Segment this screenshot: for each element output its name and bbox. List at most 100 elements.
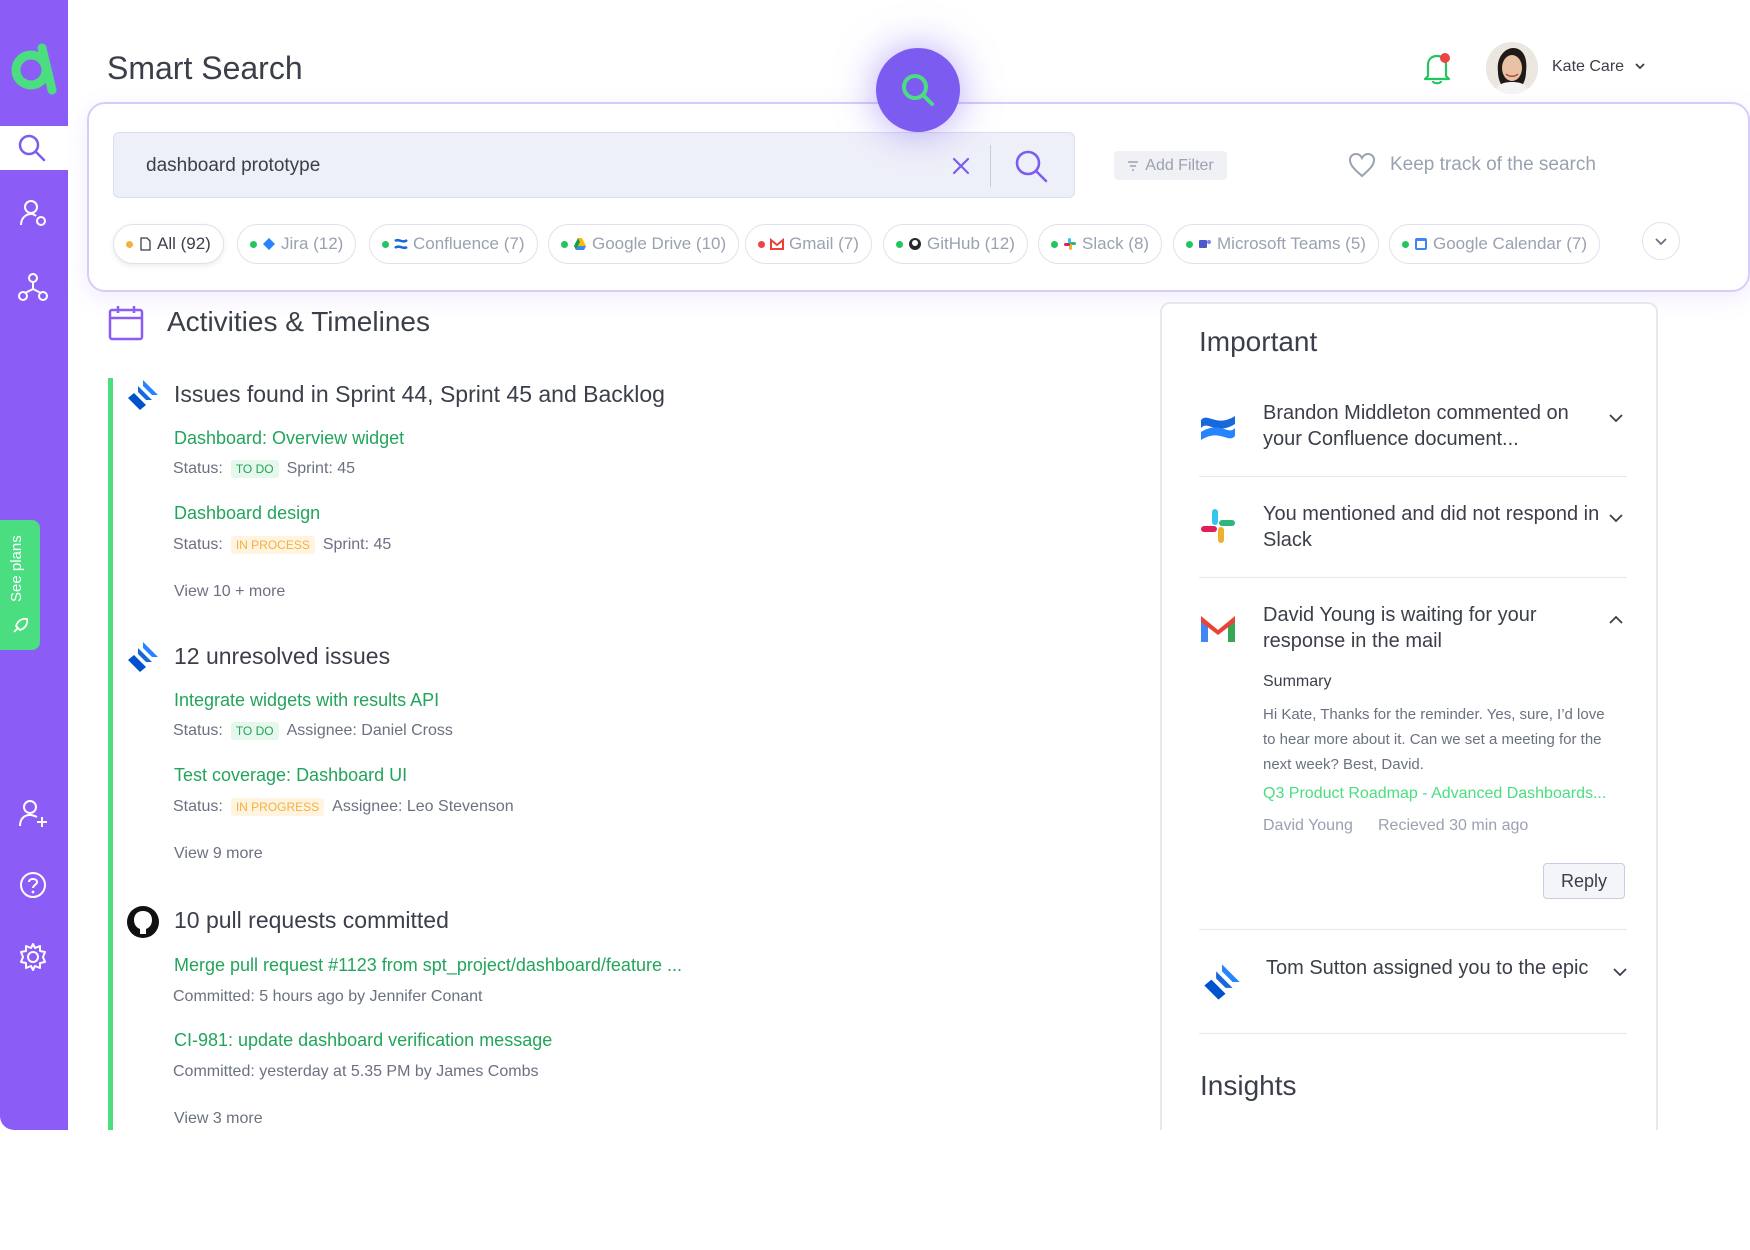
important-item[interactable]: You mentioned and did not respond in Sla… <box>1263 501 1603 553</box>
filter-chip-gmail[interactable]: Gmail (7) <box>745 224 872 264</box>
filter-chip-all[interactable]: All (92) <box>113 224 224 264</box>
filter-chip-microsoft-teams[interactable]: Microsoft Teams (5) <box>1173 224 1379 264</box>
keep-track-label: Keep track of the search <box>1390 154 1596 175</box>
search-icon[interactable] <box>1012 147 1050 185</box>
group-title: 10 pull requests committed <box>174 907 449 933</box>
issue-meta: Status: IN PROCESS Sprint: 45 <box>173 536 391 554</box>
divider <box>1199 929 1627 930</box>
issue-link[interactable]: Dashboard design <box>174 503 320 524</box>
divider <box>1199 476 1627 477</box>
page-bottom-blank <box>0 1130 1750 1250</box>
filter-chip-slack[interactable]: Slack (8) <box>1038 224 1163 264</box>
pull-request-link[interactable]: CI-981: update dashboard verification me… <box>174 1030 552 1051</box>
add-filter-label: Add Filter <box>1145 156 1214 174</box>
issue-link[interactable]: Test coverage: Dashboard UI <box>174 765 407 786</box>
important-item[interactable]: David Young is waiting for your response… <box>1263 602 1603 654</box>
section-title-activities: Activities & Timelines <box>167 306 430 337</box>
gear-icon <box>20 943 46 971</box>
issue-meta: Status: TO DO Assignee: Daniel Cross <box>173 722 453 740</box>
status-label: Status: <box>173 536 223 553</box>
filter-chip-confluence[interactable]: Confluence (7) <box>369 224 538 264</box>
user-photo <box>1486 42 1538 94</box>
status-dot <box>382 240 389 248</box>
jira-icon <box>263 238 275 250</box>
chevron-down-icon[interactable] <box>1610 962 1630 982</box>
close-icon[interactable] <box>944 149 978 183</box>
notification-bell-icon[interactable] <box>1420 50 1454 86</box>
page-title: Smart Search <box>107 50 303 86</box>
add-filter-button[interactable]: Add Filter <box>1114 151 1227 180</box>
user-settings-icon <box>20 200 46 226</box>
smart-search-button[interactable] <box>876 48 960 132</box>
network-icon <box>18 273 48 301</box>
jira-icon <box>128 380 158 410</box>
commit-meta: Committed: yesterday at 5.35 PM by James… <box>173 1063 539 1080</box>
important-item[interactable]: Brandon Middleton commented on your Conf… <box>1263 400 1603 452</box>
issue-link[interactable]: Dashboard: Overview widget <box>174 428 404 449</box>
keep-track-button[interactable]: Keep track of the search <box>1348 152 1596 178</box>
filter-chip-github[interactable]: GitHub (12) <box>883 224 1028 264</box>
divider <box>990 145 991 187</box>
chevron-down-icon[interactable] <box>1606 508 1626 528</box>
issue-link[interactable]: Integrate widgets with results API <box>174 690 439 711</box>
insights-title: Insights <box>1200 1070 1297 1101</box>
view-more-link[interactable]: View 9 more <box>174 845 263 863</box>
filter-chip-google-drive[interactable]: Google Drive (10) <box>548 224 740 264</box>
summary-link[interactable]: Q3 Product Roadmap - Advanced Dashboards… <box>1263 785 1606 803</box>
filter-chip-label: Gmail (7) <box>789 234 859 253</box>
sidebar-item-user-settings[interactable] <box>16 196 50 230</box>
filter-chip-jira[interactable]: Jira (12) <box>237 224 357 264</box>
search-query[interactable]: dashboard prototype <box>146 155 320 177</box>
app-window: See plans Smart Search Kate Care dashboa… <box>0 0 1750 1250</box>
filter-icon <box>1128 160 1139 171</box>
gmail-icon <box>1201 616 1235 642</box>
status-dot <box>1402 240 1409 248</box>
issue-meta: Status: IN PROGRESS Assignee: Leo Steven… <box>173 798 514 816</box>
reply-button[interactable]: Reply <box>1543 863 1625 899</box>
status-dot <box>896 240 903 248</box>
chevron-down-icon[interactable] <box>1634 60 1646 72</box>
filter-chip-label: Slack (8) <box>1082 234 1150 253</box>
status-badge: TO DO <box>230 460 279 478</box>
sprint-label: Sprint: 45 <box>322 536 392 553</box>
search-input[interactable]: dashboard prototype <box>113 132 1075 198</box>
see-plans-label: See plans <box>8 535 25 602</box>
expand-filters-button[interactable] <box>1642 222 1680 260</box>
sidebar-item-help[interactable] <box>16 868 50 902</box>
jira-icon <box>128 642 158 672</box>
view-more-link[interactable]: View 10 + more <box>174 583 285 601</box>
sidebar-item-add-user[interactable] <box>16 796 50 830</box>
document-icon <box>140 237 151 251</box>
chevron-down-icon[interactable] <box>1606 408 1626 428</box>
view-more-link[interactable]: View 3 more <box>174 1110 263 1128</box>
chevron-up-icon[interactable] <box>1606 610 1626 630</box>
assignee-label: Assignee: Daniel Cross <box>286 722 453 739</box>
google-calendar-icon <box>1415 238 1427 250</box>
summary-text: Hi Kate, Thanks for the reminder. Yes, s… <box>1263 706 1605 773</box>
search-icon <box>902 74 934 106</box>
filter-chip-label: Jira (12) <box>281 234 344 253</box>
see-plans-tab[interactable]: See plans <box>0 520 40 650</box>
status-label: Status: <box>173 798 223 815</box>
google-drive-icon <box>574 238 586 250</box>
important-title: Important <box>1199 326 1318 357</box>
heart-icon <box>1348 152 1376 178</box>
confluence-icon <box>1201 416 1235 440</box>
status-dot <box>1051 240 1058 248</box>
important-item[interactable]: Tom Sutton assigned you to the epic <box>1266 955 1606 981</box>
avatar[interactable] <box>1486 42 1538 94</box>
group-title: 12 unresolved issues <box>174 643 391 669</box>
teams-icon <box>1199 240 1211 248</box>
sidebar-item-settings[interactable] <box>16 940 50 974</box>
pull-request-link[interactable]: Merge pull request #1123 from spt_projec… <box>174 955 682 976</box>
filter-chip-google-calendar[interactable]: Google Calendar (7) <box>1389 224 1601 264</box>
sidebar-item-network[interactable] <box>16 270 50 304</box>
github-icon <box>909 238 921 250</box>
sidebar-item-search[interactable] <box>0 126 68 170</box>
confluence-icon <box>394 238 408 250</box>
logo-icon[interactable] <box>6 40 62 96</box>
user-name[interactable]: Kate Care <box>1552 58 1624 76</box>
issue-meta: Status: TO DO Sprint: 45 <box>173 460 355 478</box>
chevron-down-icon <box>1655 238 1667 246</box>
timeline-line <box>108 378 113 1130</box>
